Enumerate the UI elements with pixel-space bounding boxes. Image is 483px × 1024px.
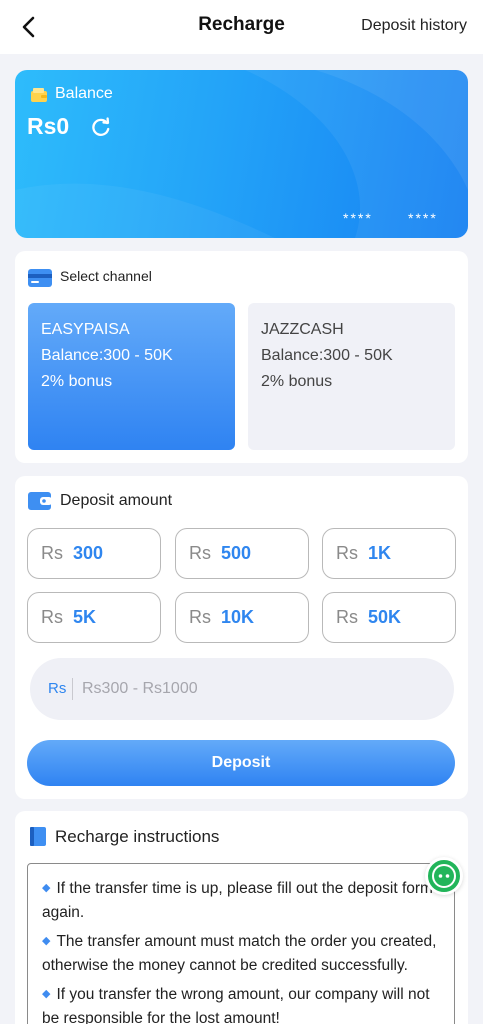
input-divider [72,678,73,700]
channel-range: Balance:300 - 50K [41,347,173,364]
diamond-bullet-icon: ◆ [42,988,51,1000]
instructions-section: Recharge instructions ◆ If the transfer t… [15,811,468,1024]
balance-label: Balance [55,85,113,102]
currency-label: Rs [189,543,211,563]
wallet-icon [28,492,52,510]
diamond-bullet-icon: ◆ [42,935,51,947]
currency-label: Rs [41,543,63,563]
instruction-item: ◆ If the transfer time is up, please fill… [42,876,441,925]
channel-bonus: 2% bonus [261,373,333,390]
chat-support-button[interactable] [425,857,463,895]
instruction-text: If the transfer time is up, please fill … [42,880,433,921]
channel-name: JAZZCASH [261,321,344,338]
balance-value: Rs0 [27,113,70,139]
amount-input[interactable] [82,672,432,706]
instruction-item: ◆ If you transfer the wrong amount, our c… [42,982,441,1024]
card-mask-1: **** [343,210,373,226]
book-icon [30,827,46,846]
amount-option-500[interactable]: Rs 500 [175,528,309,579]
currency-label: Rs [189,607,211,627]
top-bar: Recharge Deposit history [0,0,483,54]
amount-option-50k[interactable]: Rs 50K [322,592,456,643]
channel-bonus: 2% bonus [41,373,113,390]
channel-section-title: Select channel [60,268,152,284]
instructions-title: Recharge instructions [55,827,220,846]
channel-section: Select channel EASYPAISA Balance:300 - 5… [15,251,468,463]
currency-label: Rs [41,607,63,627]
instructions-box: ◆ If the transfer time is up, please fill… [27,863,455,1024]
chat-bubble-icon [428,860,460,892]
deposit-history-link[interactable]: Deposit history [361,17,467,35]
refresh-icon[interactable] [90,116,112,138]
amount-value: 300 [73,543,104,563]
amount-option-300[interactable]: Rs 300 [27,528,161,579]
channel-easypaisa[interactable]: EASYPAISA Balance:300 - 50K 2% bonus [28,303,235,450]
instruction-item: ◆ The transfer amount must match the orde… [42,929,441,978]
deposit-amount-title: Deposit amount [60,492,173,509]
channel-range: Balance:300 - 50K [261,347,393,364]
deposit-amount-section: Deposit amount Rs 300 Rs 500 Rs 1K Rs 5K Rs 1… [15,476,468,799]
currency-label: Rs [336,607,358,627]
instruction-text: If you transfer the wrong amount, our co… [42,986,430,1024]
card-icon [28,269,52,287]
amount-value: 50K [368,607,402,627]
card-mask-2: **** [408,210,438,226]
amount-value: 10K [221,607,255,627]
amount-option-1k[interactable]: Rs 1K [322,528,456,579]
channel-name: EASYPAISA [41,321,130,338]
amount-value: 500 [221,543,252,563]
input-currency-label: Rs [48,680,67,697]
deposit-button[interactable]: Deposit [27,740,455,786]
channel-jazzcash[interactable]: JAZZCASH Balance:300 - 50K 2% bonus [248,303,455,450]
amount-option-5k[interactable]: Rs 5K [27,592,161,643]
balance-card: Balance Rs0 **** **** [15,70,468,238]
amount-value: 1K [368,543,392,563]
wallet-icon [31,88,47,102]
amount-value: 5K [73,607,97,627]
amount-option-10k[interactable]: Rs 10K [175,592,309,643]
currency-label: Rs [336,543,358,563]
diamond-bullet-icon: ◆ [42,882,51,894]
amount-input-wrapper: Rs [30,658,454,720]
instruction-text: The transfer amount must match the order… [42,933,437,974]
